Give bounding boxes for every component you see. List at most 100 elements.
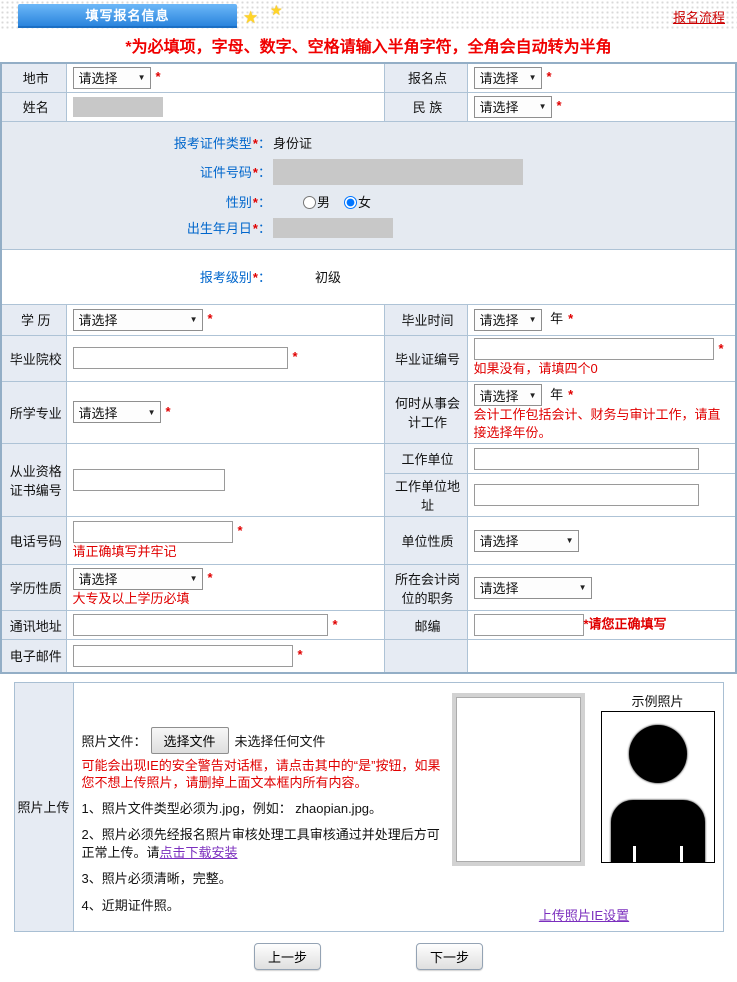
- download-install-link[interactable]: 点击下载安装: [160, 845, 238, 860]
- required-mark: *: [207, 310, 213, 326]
- photo-instruction-3: 3、照片必须清晰，完整。: [81, 871, 232, 887]
- table-row: 地市 请选择 ▼ * 报名点 请选择 ▼ *: [0, 62, 737, 93]
- ethnic-select[interactable]: 请选择 ▼: [473, 95, 552, 118]
- phone-hint: 请正确填写并牢记: [72, 543, 177, 559]
- photo-upload-label: 照片上传: [14, 682, 74, 931]
- unit-type-select[interactable]: 请选择 ▼: [473, 529, 579, 552]
- silhouette-notch: [679, 845, 683, 862]
- table-row: 姓名 民 族 请选择 ▼ *: [0, 91, 737, 122]
- education-select-value: 请选择: [78, 313, 118, 328]
- zip-label: 邮编: [383, 610, 468, 641]
- table-row: 学历性质 请选择 ▼ * 大专及以上学历必填 所在会计岗位的职务 请选择 ▼: [0, 564, 737, 612]
- employer-input[interactable]: [473, 447, 699, 470]
- registration-form-table: 地市 请选择 ▼ * 报名点 请选择 ▼ * 姓名 民 族 请选择 ▼ * 报考…: [0, 62, 737, 674]
- colon: ：: [257, 135, 271, 151]
- table-row: 电子邮件 *: [0, 639, 737, 674]
- empty-field-cell: [466, 639, 737, 674]
- unit-type-select-value: 请选择: [479, 534, 519, 550]
- required-mark: *: [237, 523, 243, 539]
- email-input[interactable]: [72, 644, 293, 667]
- table-row: 从业资格证书编号 工作单位: [0, 443, 737, 518]
- photo-instruction-1: 1、照片文件类型必须为.jpg，例如： zhaopian.jpg。: [81, 800, 383, 816]
- city-select-value: 请选择: [78, 71, 118, 87]
- cert-number-input[interactable]: [72, 469, 225, 492]
- education-nature-label: 学历性质: [0, 564, 67, 612]
- address-label: 通讯地址: [0, 610, 67, 641]
- graduation-year-select[interactable]: 请选择 ▼: [473, 308, 542, 331]
- birthdate-value-redacted: [273, 217, 393, 238]
- silhouette-notch: [632, 845, 636, 862]
- photo-instructions: 照片文件： 选择文件 未选择任何文件 可能会出现IE的安全警告对话框，请点击其中的“…: [74, 683, 446, 931]
- diploma-number-input[interactable]: [473, 338, 714, 361]
- position-select-value: 请选择: [479, 581, 519, 597]
- photo-instruction-4: 4、近期证件照。: [81, 897, 180, 913]
- sample-photo-silhouette: [600, 710, 715, 863]
- table-row: 毕业院校 * 毕业证编号 * 如果没有，请填四个0: [0, 334, 737, 382]
- position-label: 所在会计岗位的职务: [383, 564, 468, 612]
- star-icon: ★: [270, 2, 283, 18]
- email-label: 电子邮件: [0, 639, 67, 674]
- silhouette-body-icon: [610, 799, 705, 862]
- gender-female-label: 女: [358, 194, 372, 210]
- required-mark: *: [292, 349, 298, 365]
- unit-type-label: 单位性质: [383, 516, 468, 566]
- colon: ：: [257, 165, 271, 180]
- chevron-down-icon: ▼: [578, 583, 587, 593]
- no-file-text: 未选择任何文件: [234, 733, 326, 749]
- employer-address-input[interactable]: [473, 484, 699, 507]
- education-nature-select[interactable]: 请选择 ▼: [72, 567, 203, 590]
- zip-hint: *请您正确填写: [583, 616, 667, 632]
- phone-input[interactable]: [72, 520, 233, 543]
- photo-placeholder-frame: [451, 692, 585, 866]
- zip-input[interactable]: [473, 614, 584, 637]
- year-unit-label: 年: [550, 311, 564, 327]
- gender-female-radio[interactable]: [344, 195, 358, 209]
- diploma-number-hint: 如果没有，请填四个0: [473, 361, 598, 377]
- ethnic-select-value: 请选择: [479, 100, 519, 115]
- education-select[interactable]: 请选择 ▼: [72, 308, 203, 331]
- required-fields-notice: *为必填项，字母、数字、空格请输入半角字符，全角会自动转为半角: [125, 39, 612, 56]
- required-mark: *: [568, 311, 574, 327]
- position-select[interactable]: 请选择 ▼: [473, 576, 592, 599]
- chevron-down-icon: ▼: [528, 73, 537, 83]
- prev-step-button[interactable]: 上一步: [253, 942, 321, 970]
- required-mark: *: [155, 69, 161, 85]
- upload-photo-ie-settings-link[interactable]: 上传照片IE设置: [539, 905, 629, 924]
- star-icon: ★: [243, 8, 259, 27]
- registration-flow-link[interactable]: 报名流程: [673, 7, 725, 26]
- city-select[interactable]: 请选择 ▼: [72, 66, 151, 89]
- gender-male-option[interactable]: 男: [303, 195, 330, 210]
- birthdate-label: 出生年月日: [186, 221, 252, 236]
- chevron-down-icon: ▼: [538, 102, 547, 111]
- work-since-select[interactable]: 请选择 ▼: [473, 384, 542, 407]
- work-since-select-value: 请选择: [479, 388, 519, 404]
- gender-female-option[interactable]: 女: [344, 195, 371, 210]
- site-select[interactable]: 请选择 ▼: [473, 66, 542, 89]
- major-select[interactable]: 请选择 ▼: [72, 401, 161, 424]
- ethnic-label: 民 族: [383, 91, 468, 122]
- page-header: 填写报名信息 ★ ★ 报名流程: [0, 0, 737, 31]
- major-select-value: 请选择: [78, 405, 118, 421]
- id-number-row: 证件号码*：: [8, 158, 733, 185]
- table-row: 电话号码 * 请正确填写并牢记 单位性质 请选择 ▼: [0, 516, 737, 566]
- chevron-down-icon: ▼: [147, 407, 156, 417]
- choose-file-button[interactable]: 选择文件: [150, 726, 229, 754]
- address-input[interactable]: [72, 614, 328, 637]
- gender-label: 性别: [225, 194, 252, 210]
- next-step-button[interactable]: 下一步: [416, 942, 484, 970]
- required-mark: *: [297, 647, 303, 663]
- birthdate-row: 出生年月日*：: [8, 217, 733, 238]
- school-input[interactable]: [72, 347, 288, 369]
- tab-fill-registration-info[interactable]: 填写报名信息: [18, 4, 237, 28]
- cert-type-label: 报考证件类型: [173, 135, 252, 151]
- cert-type-row: 报考证件类型*： 身份证: [8, 133, 733, 152]
- sample-photo-block: 示例照片: [599, 691, 717, 903]
- photo-upload-section: 照片上传 照片文件： 选择文件 未选择任何文件 可能会出现IE的安全警告对话框，请点…: [13, 681, 724, 932]
- id-number-label: 证件号码: [199, 165, 252, 180]
- colon: ：: [257, 194, 271, 210]
- required-mark: *: [718, 340, 724, 356]
- education-nature-hint: 大专及以上学历必填: [72, 590, 190, 606]
- chevron-down-icon: ▼: [528, 315, 537, 325]
- gender-male-radio[interactable]: [303, 195, 316, 209]
- level-row: 报考级别*： 初级: [0, 248, 737, 305]
